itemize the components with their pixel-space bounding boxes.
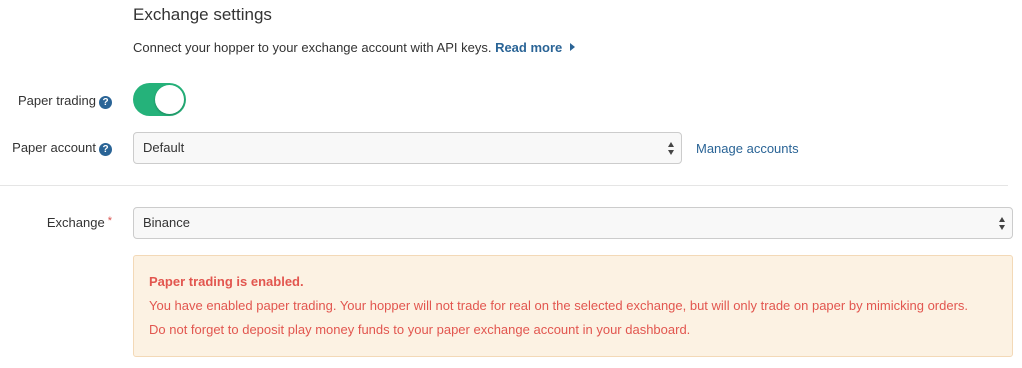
select-arrows-icon: [668, 142, 675, 155]
paper-trading-label-row: Paper trading?: [18, 93, 112, 109]
manage-accounts-link[interactable]: Manage accounts: [696, 141, 799, 156]
section-title: Exchange settings: [133, 5, 272, 24]
paper-trading-label: Paper trading: [17, 93, 96, 108]
exchange-selected: Binance: [143, 215, 190, 230]
paper-account-select[interactable]: Default: [133, 132, 682, 164]
divider: [0, 185, 1008, 186]
section-description-row: Connect your hopper to your exchange acc…: [133, 40, 576, 55]
exchange-label: Exchange: [46, 215, 105, 230]
section-description: Connect your hopper to your exchange acc…: [133, 40, 492, 55]
help-icon[interactable]: ?: [99, 143, 112, 156]
exchange-label-row: Exchange *: [47, 215, 112, 230]
alert-line: You have enabled paper trading. Your hop…: [149, 298, 969, 313]
paper-trading-toggle[interactable]: [133, 83, 186, 116]
paper-account-label-row: Paper account?: [12, 140, 112, 156]
exchange-select[interactable]: Binance: [133, 207, 1013, 239]
required-marker: *: [107, 215, 112, 227]
paper-account-selected: Default: [143, 140, 185, 155]
caret-right-icon: [570, 43, 576, 51]
read-more-link[interactable]: Read more: [495, 40, 576, 55]
paper-trading-alert: Paper trading is enabled. You have enabl…: [133, 255, 1013, 357]
help-icon[interactable]: ?: [99, 96, 112, 109]
paper-account-label: Paper account: [12, 140, 96, 155]
select-arrows-icon: [999, 217, 1006, 230]
alert-line: Do not forget to deposit play money fund…: [149, 322, 691, 337]
alert-title: Paper trading is enabled.: [149, 274, 304, 289]
toggle-knob: [155, 85, 184, 114]
